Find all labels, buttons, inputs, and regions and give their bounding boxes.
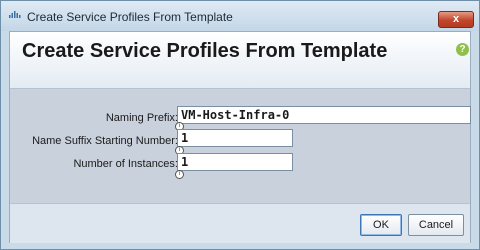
page-title: Create Service Profiles From Template: [22, 40, 388, 62]
dialog-window: Create Service Profiles From Template x …: [0, 0, 480, 250]
form-panel: Naming Prefix: VM-Host-Infra-0 i Name Su…: [10, 89, 471, 203]
window-title: Create Service Profiles From Template: [27, 10, 233, 24]
naming-prefix-input[interactable]: VM-Host-Infra-0: [177, 106, 471, 124]
dialog-header: Create Service Profiles From Template ?: [10, 32, 470, 89]
suffix-start-input[interactable]: 1: [177, 129, 293, 147]
cancel-button[interactable]: Cancel: [408, 214, 464, 236]
naming-prefix-label: Naming Prefix:: [105, 112, 178, 124]
info-icon: i: [175, 170, 184, 179]
suffix-start-label: Name Suffix Starting Number:: [32, 135, 178, 147]
instances-label: Number of Instances:: [73, 158, 178, 170]
cisco-icon: [9, 11, 21, 18]
title-bar[interactable]: Create Service Profiles From Template x: [1, 1, 479, 31]
instances-input[interactable]: 1: [177, 153, 293, 171]
ok-button[interactable]: OK: [360, 214, 402, 236]
dialog-footer: OK Cancel: [10, 203, 470, 243]
dialog-content: Create Service Profiles From Template ? …: [9, 31, 471, 243]
help-icon[interactable]: ?: [456, 43, 469, 56]
close-button[interactable]: x: [438, 11, 474, 28]
close-icon: x: [452, 13, 460, 25]
